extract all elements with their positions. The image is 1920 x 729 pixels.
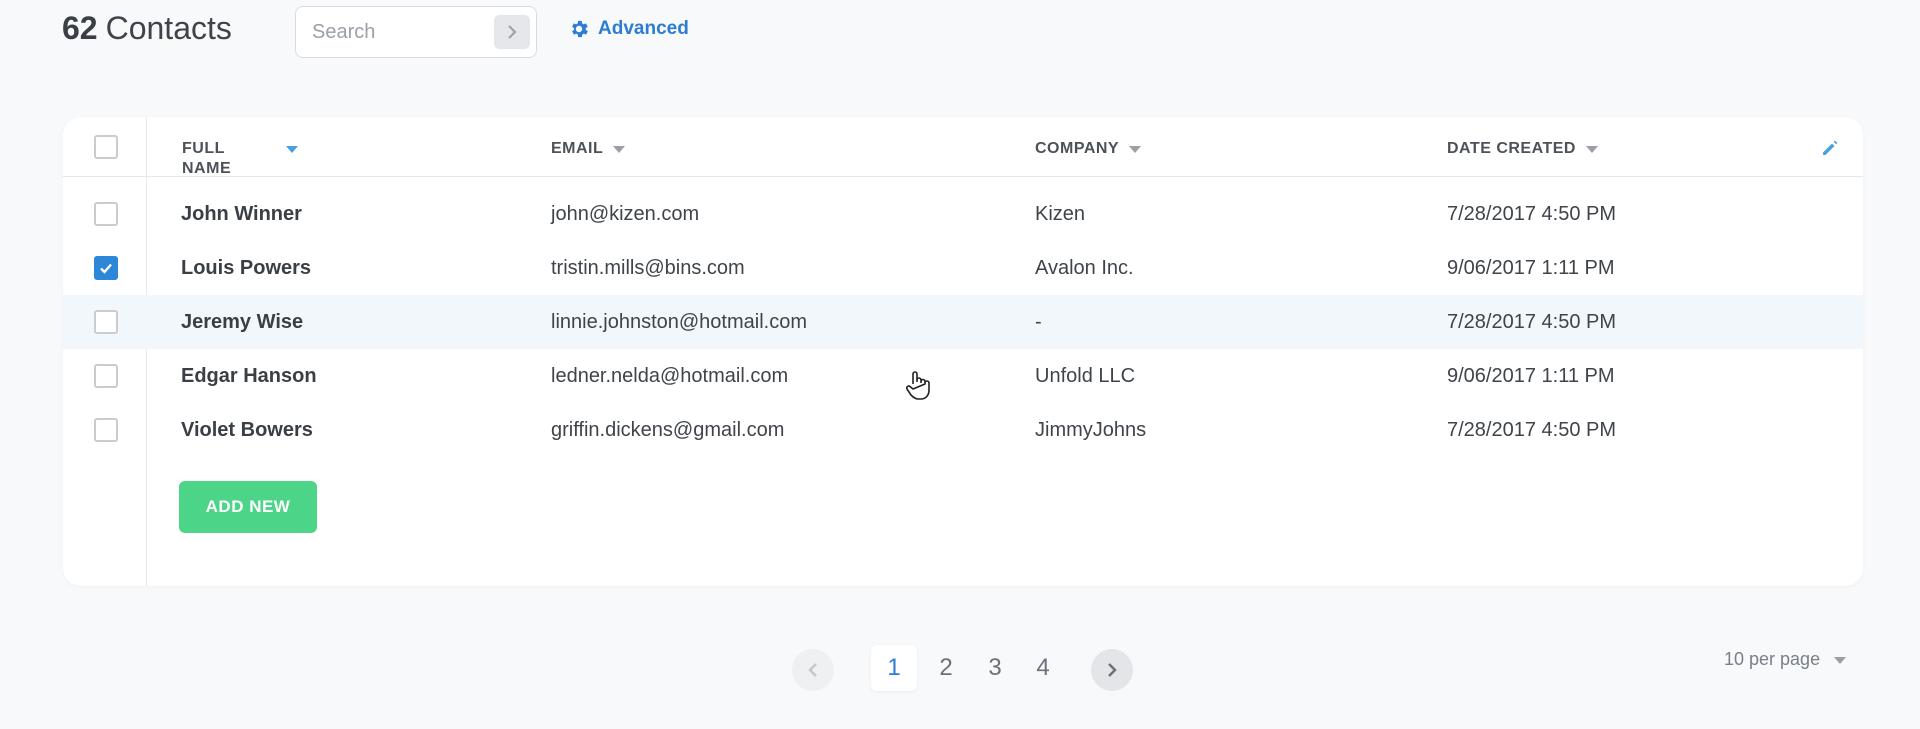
- table-row[interactable]: Edgar Hanson ledner.nelda@hotmail.com Unfo…: [63, 349, 1863, 403]
- table-header: FULL NAME EMAIL COMPANY DATE CREATED: [63, 117, 1863, 177]
- table-row[interactable]: Jeremy Wise linnie.johnston@hotmail.com - 7…: [63, 295, 1863, 349]
- cell-full-name[interactable]: John Winner: [181, 187, 302, 241]
- pagination: 1 2 3 4: [792, 645, 1142, 695]
- page-1-button[interactable]: 1: [871, 645, 917, 691]
- row-checkbox[interactable]: [94, 418, 118, 442]
- contacts-title: Contacts: [105, 10, 232, 46]
- advanced-search-link[interactable]: Advanced: [568, 18, 689, 40]
- cell-full-name[interactable]: Edgar Hanson: [181, 349, 317, 403]
- hand-cursor-icon: [905, 371, 930, 400]
- cell-full-name[interactable]: Violet Bowers: [181, 403, 313, 457]
- row-checkbox[interactable]: [94, 364, 118, 388]
- column-label-date-created: DATE CREATED: [1447, 140, 1576, 157]
- cell-email: linnie.johnston@hotmail.com: [551, 311, 807, 333]
- cell-company: Kizen: [1035, 203, 1086, 225]
- row-checkbox[interactable]: [94, 310, 118, 334]
- next-page-button[interactable]: [1091, 649, 1133, 691]
- cell-email: griffin.dickens@gmail.com: [551, 419, 785, 441]
- add-new-button[interactable]: ADD NEW: [179, 481, 317, 533]
- column-label-email: EMAIL: [551, 140, 604, 157]
- select-all-checkbox[interactable]: [94, 135, 118, 159]
- chevron-down-icon: [1834, 657, 1847, 664]
- contacts-count: 62: [62, 10, 98, 46]
- contacts-table: FULL NAME EMAIL COMPANY DATE CREATED Joh…: [63, 117, 1863, 586]
- chevron-right-icon: [1108, 663, 1117, 677]
- column-header-email[interactable]: EMAIL: [551, 139, 626, 159]
- cell-date-created: 7/28/2017 4:50 PM: [1447, 311, 1617, 333]
- search-input[interactable]: [312, 19, 482, 45]
- checkmark-icon: [100, 263, 112, 274]
- cell-full-name[interactable]: Jeremy Wise: [181, 295, 303, 349]
- cell-date-created: 7/28/2017 4:50 PM: [1447, 419, 1617, 441]
- column-header-company[interactable]: COMPANY: [1035, 139, 1142, 159]
- column-header-date-created[interactable]: DATE CREATED: [1447, 139, 1598, 159]
- page-3-button[interactable]: 3: [972, 645, 1018, 691]
- per-page-select[interactable]: 10 per page: [1724, 649, 1847, 670]
- row-checkbox[interactable]: [94, 202, 118, 226]
- table-row[interactable]: Louis Powers tristin.mills@bins.com Avalon…: [63, 241, 1863, 295]
- column-label-full-name: FULL NAME: [182, 140, 232, 177]
- cell-company: -: [1035, 311, 1042, 333]
- cell-email: john@kizen.com: [551, 203, 700, 225]
- cell-email: ledner.nelda@hotmail.com: [551, 365, 789, 387]
- sort-caret-icon: [613, 146, 626, 153]
- page-4-button[interactable]: 4: [1020, 645, 1066, 691]
- page-header: 62Contacts Advanced: [62, 6, 862, 60]
- cell-date-created: 7/28/2017 4:50 PM: [1447, 203, 1617, 225]
- cell-date-created: 9/06/2017 1:11 PM: [1447, 365, 1615, 387]
- sort-caret-icon: [1129, 146, 1142, 153]
- sort-caret-icon: [1585, 146, 1598, 153]
- column-label-company: COMPANY: [1035, 140, 1120, 157]
- chevron-right-icon: [508, 25, 517, 39]
- pencil-icon[interactable]: [1821, 139, 1839, 157]
- advanced-label: Advanced: [598, 18, 689, 39]
- cell-full-name[interactable]: Louis Powers: [181, 241, 311, 295]
- row-checkbox[interactable]: [94, 256, 118, 280]
- chevron-left-icon: [808, 663, 817, 677]
- table-row[interactable]: Violet Bowers griffin.dickens@gmail.com Ji…: [63, 403, 1863, 457]
- cell-email: tristin.mills@bins.com: [551, 257, 745, 279]
- search-submit-button[interactable]: [494, 15, 530, 49]
- per-page-label: 10 per page: [1724, 649, 1821, 669]
- gear-icon: [572, 20, 588, 38]
- cell-company: JimmyJohns: [1035, 419, 1147, 441]
- column-header-full-name[interactable]: FULL NAME: [182, 139, 298, 179]
- cell-company: Avalon Inc.: [1035, 257, 1134, 279]
- cell-company: Unfold LLC: [1035, 365, 1136, 387]
- prev-page-button[interactable]: [792, 649, 834, 691]
- page-title: 62 Contacts: [62, 10, 232, 46]
- table-row[interactable]: John Winner john@kizen.com Kizen 7/28/2017 …: [63, 187, 1863, 241]
- sort-caret-icon: [286, 146, 298, 153]
- search-box: [295, 6, 537, 58]
- cell-date-created: 9/06/2017 1:11 PM: [1447, 257, 1615, 279]
- page-2-button[interactable]: 2: [923, 645, 969, 691]
